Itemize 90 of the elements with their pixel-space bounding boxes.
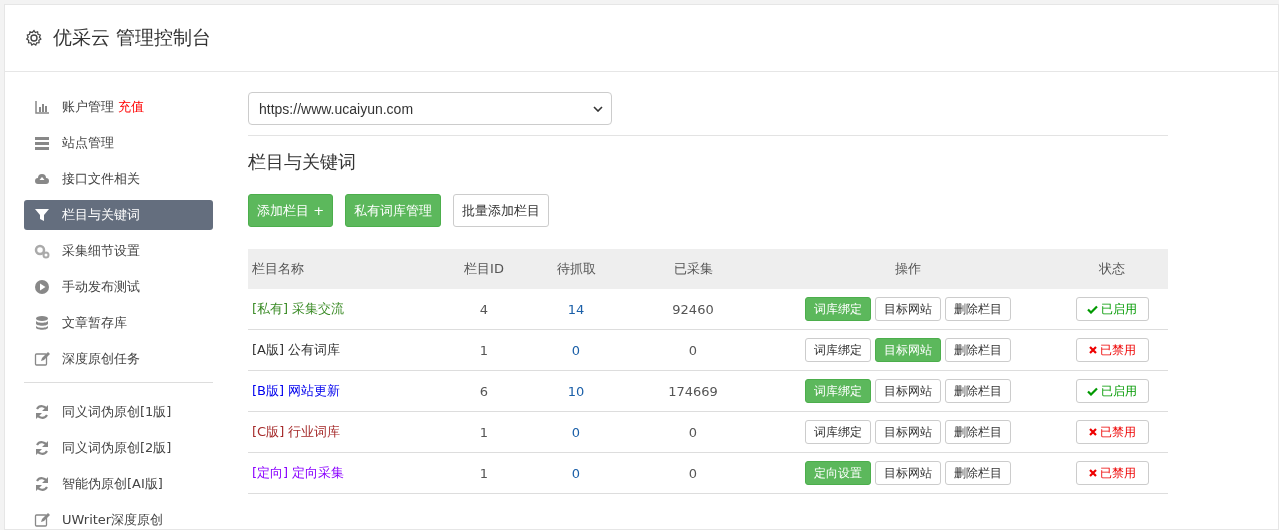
sidebar-item[interactable]: 站点管理 [24, 128, 213, 158]
cloud-upload-icon [34, 171, 50, 187]
check-icon [1087, 304, 1098, 314]
table-cell: 0 [525, 452, 627, 494]
status-button[interactable]: 已禁用 [1075, 461, 1149, 485]
chevron-down-icon [593, 105, 603, 112]
category-name[interactable]: [B版] 网站更新 [252, 383, 341, 398]
table-cell: 4 [443, 289, 525, 330]
table-cell: 0 [627, 329, 759, 371]
status-button[interactable]: 已启用 [1075, 297, 1149, 321]
sidebar-item[interactable]: 栏目与关键词 [24, 200, 213, 230]
column-header: 操作 [759, 249, 1056, 289]
close-icon [1088, 428, 1097, 436]
sidebar-label: 深度原创任务 [62, 350, 140, 368]
table-cell: 1 [443, 411, 525, 453]
table-cell: 0 [627, 411, 759, 453]
table-cell: 92460 [627, 289, 759, 330]
section-title: 栏目与关键词 [248, 150, 357, 174]
filter-icon [34, 207, 50, 223]
column-header: 待抓取 [525, 249, 627, 289]
gears-icon [34, 243, 50, 259]
table-cell: 0 [627, 452, 759, 494]
action-button[interactable]: 删除栏目 [944, 379, 1011, 403]
action-button[interactable]: 删除栏目 [944, 338, 1011, 362]
refresh-icon [34, 440, 50, 456]
close-icon [1088, 346, 1097, 354]
status-button[interactable]: 已禁用 [1075, 338, 1149, 362]
sidebar-label: 智能伪原创[AI版] [62, 475, 163, 493]
table-cell: 174669 [627, 370, 759, 412]
edit-icon [34, 351, 50, 367]
sidebar-label: 采集细节设置 [62, 242, 140, 260]
status-button[interactable]: 已启用 [1075, 379, 1149, 403]
category-name[interactable]: [定向] 定向采集 [252, 465, 345, 480]
settings-icon [25, 29, 43, 47]
table-cell: 10 [525, 370, 627, 412]
sidebar-item[interactable]: 手动发布测试 [24, 272, 213, 302]
sidebar-label: UWriter深度原创 [62, 511, 164, 529]
table-cell: 0 [525, 411, 627, 453]
sidebar-label: 同义词伪原创[1版] [62, 403, 172, 421]
sidebar-label: 栏目与关键词 [62, 206, 140, 224]
sidebar-item[interactable]: 接口文件相关 [24, 164, 213, 194]
column-header: 已采集 [627, 249, 759, 289]
sidebar-item[interactable]: 采集细节设置 [24, 236, 213, 266]
table-cell: 0 [525, 329, 627, 371]
play-icon [34, 279, 50, 295]
action-button[interactable]: 目标网站 [874, 461, 941, 485]
action-button[interactable]: 目标网站 [874, 379, 941, 403]
site-select[interactable]: https://www.ucaiyun.com [248, 92, 612, 125]
column-header: 状态 [1056, 249, 1168, 289]
column-header: 栏目名称 [248, 249, 443, 289]
refresh-icon [34, 404, 50, 420]
refresh-icon [34, 476, 50, 492]
category-name[interactable]: [A版] 公有词库 [252, 342, 341, 357]
close-icon [1088, 469, 1097, 477]
table-cell: 1 [443, 452, 525, 494]
toolbar-button[interactable]: 批量添加栏目 [453, 194, 550, 227]
sidebar-item[interactable]: 文章暂存库 [24, 308, 213, 338]
sidebar-item[interactable]: 同义词伪原创[1版] [24, 397, 213, 427]
column-header: 栏目ID [443, 249, 525, 289]
check-icon [1087, 386, 1098, 396]
bar-chart-icon [34, 99, 50, 115]
edit-icon [34, 512, 50, 528]
action-button[interactable]: 删除栏目 [944, 420, 1011, 444]
action-button[interactable]: 删除栏目 [944, 297, 1011, 321]
status-button[interactable]: 已禁用 [1075, 420, 1149, 444]
table-cell: 6 [443, 370, 525, 412]
sidebar-label: 账户管理 [62, 98, 114, 116]
table-cell: 14 [525, 289, 627, 330]
action-button[interactable]: 目标网站 [874, 420, 941, 444]
sidebar-item[interactable]: 同义词伪原创[2版] [24, 433, 213, 463]
action-button[interactable]: 删除栏目 [944, 461, 1011, 485]
sidebar-label: 接口文件相关 [62, 170, 140, 188]
sidebar-item[interactable]: UWriter深度原创 [24, 505, 213, 529]
sidebar-label: 同义词伪原创[2版] [62, 439, 172, 457]
category-name[interactable]: [私有] 采集交流 [252, 301, 345, 316]
sidebar-item[interactable]: 智能伪原创[AI版] [24, 469, 213, 499]
database-icon [34, 315, 50, 331]
sidebar-item[interactable]: 账户管理 充值 [24, 92, 213, 122]
sidebar-item[interactable]: 深度原创任务 [24, 344, 213, 374]
sidebar-label: 手动发布测试 [62, 278, 140, 296]
action-button[interactable]: 词库绑定 [804, 338, 871, 362]
action-button[interactable]: 目标网站 [874, 297, 941, 321]
action-button[interactable]: 词库绑定 [804, 420, 871, 444]
server-icon [34, 135, 50, 151]
category-name[interactable]: [C版] 行业词库 [252, 424, 341, 439]
sidebar-label: 站点管理 [62, 134, 114, 152]
table-cell: 1 [443, 329, 525, 371]
recharge-link[interactable]: 充值 [118, 98, 144, 116]
sidebar-label: 文章暂存库 [62, 314, 127, 332]
page-title: 优采云 管理控制台 [53, 25, 212, 50]
